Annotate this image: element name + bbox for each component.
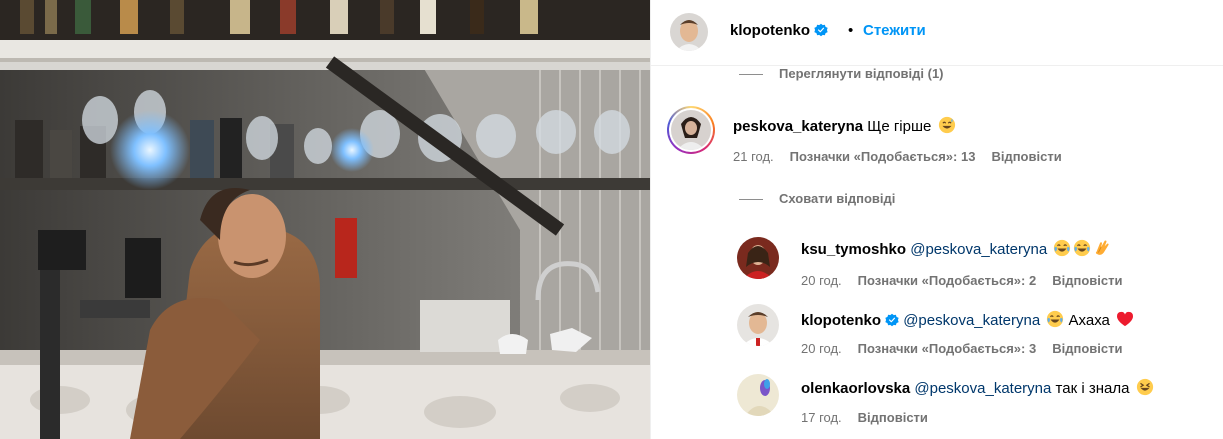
follow-button[interactable]: Стежити bbox=[863, 22, 926, 39]
reply-meta: 17 год. Відповісти bbox=[801, 410, 944, 425]
comments-panel: klopotenko • Стежити Переглянути відпові… bbox=[650, 0, 1223, 439]
story-ring[interactable] bbox=[667, 106, 715, 154]
clapping-hands-emoji-icon bbox=[1096, 240, 1109, 255]
reply-mention-link[interactable]: @peskova_kateryna bbox=[910, 241, 1047, 258]
post-photo bbox=[0, 0, 650, 439]
verified-badge-icon bbox=[814, 23, 828, 37]
laughing-emoji-icon bbox=[1136, 378, 1153, 396]
reply-mention-link[interactable]: @peskova_kateryna bbox=[914, 380, 1051, 397]
reply-username[interactable]: olenkaorlovska bbox=[801, 380, 910, 397]
reply-button[interactable]: Відповісти bbox=[858, 410, 928, 425]
reply-body: olenkaorlovska @peskova_kateryna так і з… bbox=[801, 378, 1154, 397]
reply-body: ksu_tymoshko @peskova_kateryna bbox=[801, 239, 1111, 258]
comment-time[interactable]: 21 год. bbox=[733, 149, 774, 164]
author-username-text[interactable]: klopotenko bbox=[730, 22, 810, 39]
reply-username[interactable]: ksu_tymoshko bbox=[801, 241, 906, 258]
reply-meta: 20 год. Позначки «Подобається»: 3 Відповіс… bbox=[801, 341, 1138, 356]
comment-meta: 21 год. Позначки «Подобається»: 13 Відпові… bbox=[733, 149, 1078, 164]
header-separator: • bbox=[848, 22, 854, 39]
reply-text: Ахаха bbox=[1068, 312, 1110, 329]
tears-of-joy-emoji-icon bbox=[1074, 239, 1091, 257]
replies-divider-line bbox=[739, 74, 763, 76]
view-replies-label: Переглянути відповіді (1) bbox=[779, 66, 944, 81]
reply-avatar[interactable] bbox=[737, 374, 779, 416]
author-username[interactable]: klopotenko bbox=[730, 22, 828, 39]
post-image bbox=[0, 0, 650, 439]
author-avatar[interactable] bbox=[670, 13, 708, 51]
verified-badge-icon bbox=[885, 313, 899, 327]
reply-time[interactable]: 17 год. bbox=[801, 410, 842, 425]
post-header: klopotenko • Стежити bbox=[651, 0, 1223, 66]
reply-time[interactable]: 20 год. bbox=[801, 341, 842, 356]
comment-body: peskova_kateryna Ще гірше bbox=[733, 116, 956, 135]
replies-divider-line bbox=[739, 199, 763, 201]
hide-replies-label: Сховати відповіді bbox=[779, 191, 896, 206]
commenter-avatar[interactable] bbox=[671, 110, 711, 150]
reply-time[interactable]: 20 год. bbox=[801, 273, 842, 288]
red-heart-emoji-icon bbox=[1117, 311, 1134, 327]
reply-mention-link[interactable]: @peskova_kateryna bbox=[903, 312, 1040, 329]
reply-likes[interactable]: Позначки «Подобається»: 3 bbox=[858, 341, 1037, 356]
reply-username[interactable]: klopotenko bbox=[801, 312, 881, 329]
comment-username[interactable]: peskova_kateryna bbox=[733, 118, 863, 135]
reply-button[interactable]: Відповісти bbox=[1052, 273, 1122, 288]
reply-button[interactable]: Відповісти bbox=[1052, 341, 1122, 356]
tears-of-joy-emoji-icon bbox=[1054, 239, 1071, 257]
reply-likes[interactable]: Позначки «Подобається»: 2 bbox=[858, 273, 1037, 288]
view-replies-button[interactable]: Переглянути відповіді (1) bbox=[739, 66, 944, 81]
reply-text: так і знала bbox=[1055, 380, 1130, 397]
reply-body: klopotenko @peskova_kateryna Ахаха bbox=[801, 310, 1134, 329]
hide-replies-button[interactable]: Сховати відповіді bbox=[739, 191, 895, 206]
reply-button[interactable]: Відповісти bbox=[991, 149, 1061, 164]
grinning-sweat-emoji-icon bbox=[938, 116, 955, 134]
reply-avatar[interactable] bbox=[737, 237, 779, 279]
comment-likes[interactable]: Позначки «Подобається»: 13 bbox=[790, 149, 976, 164]
comment-text: Ще гірше bbox=[867, 118, 932, 135]
reply-meta: 20 год. Позначки «Подобається»: 2 Відповіс… bbox=[801, 273, 1138, 288]
reply-avatar[interactable] bbox=[737, 304, 779, 346]
tears-of-joy-emoji-icon bbox=[1047, 310, 1064, 328]
